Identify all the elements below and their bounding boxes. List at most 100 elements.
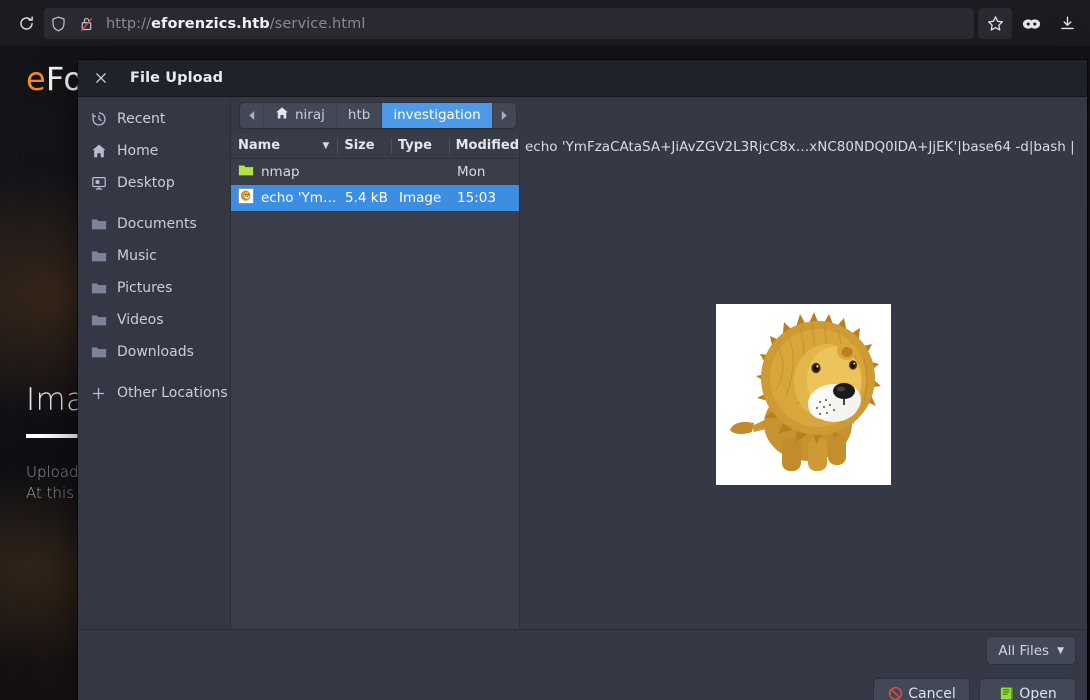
file-type-cell: Image — [399, 190, 442, 206]
browser-toolbar: http://eforenzics.htb/service.html — [0, 0, 1090, 46]
containers-icon[interactable] — [1014, 8, 1048, 39]
page-body-line-2: At this t — [26, 484, 85, 502]
cancel-label: Cancel — [908, 685, 956, 700]
file-area: Name ▼ Size Type Modified nmap Mon echo … — [231, 133, 1087, 629]
column-header-label: Name — [238, 138, 281, 153]
url-path: /service.html — [269, 15, 366, 32]
sidebar-item-recent[interactable]: Recent — [78, 103, 230, 135]
open-button[interactable]: Open — [979, 678, 1076, 700]
sidebar-item-downloads[interactable]: Downloads — [78, 336, 230, 368]
table-row[interactable]: nmap Mon — [231, 159, 519, 185]
file-name: echo 'Ym… — [261, 190, 337, 206]
open-document-icon — [998, 686, 1014, 700]
site-logo-accent: e — [26, 60, 46, 98]
reload-icon[interactable] — [9, 8, 43, 38]
file-size-cell: 5.4 kB — [345, 190, 388, 206]
path-bar: niraj htb investigation — [231, 97, 1087, 133]
breadcrumb-item-htb[interactable]: htb — [337, 102, 383, 128]
dialog-title: File Upload — [130, 70, 224, 86]
filter-label: All Files — [998, 642, 1050, 659]
url-text[interactable]: http://eforenzics.htb/service.html — [106, 16, 365, 32]
clock-icon — [90, 111, 107, 128]
column-header-label: Type — [397, 138, 432, 153]
chevron-right-icon[interactable] — [493, 103, 516, 128]
file-name: nmap — [261, 164, 300, 180]
file-list: Name ▼ Size Type Modified nmap Mon echo … — [231, 133, 520, 629]
folder-icon — [90, 280, 107, 297]
cancel-button[interactable]: Cancel — [873, 678, 970, 700]
file-upload-dialog: File Upload Recent Home Desktop Document… — [78, 60, 1087, 700]
home-icon — [90, 143, 107, 160]
folder-icon — [90, 344, 107, 361]
browser-actions — [978, 8, 1084, 39]
sidebar-item-label: Recent — [117, 111, 166, 127]
table-row[interactable]: echo 'Ym… 5.4 kB Image 15:03 — [231, 185, 519, 211]
sidebar-item-pictures[interactable]: Pictures — [78, 272, 230, 304]
column-header-label: Modified — [455, 138, 519, 153]
preview-image — [716, 304, 891, 485]
breadcrumb-label: htb — [347, 107, 371, 123]
folder-icon — [90, 216, 107, 233]
file-list-header: Name ▼ Size Type Modified — [231, 133, 519, 159]
preview-filename: echo 'YmFzaCAtaSA+JiAvZGV2L3RjcC8x…xNC80… — [525, 138, 1075, 155]
breadcrumb-item-investigation[interactable]: investigation — [382, 102, 493, 128]
plush-lion-illustration — [716, 304, 891, 485]
sidebar-item-home[interactable]: Home — [78, 135, 230, 167]
file-size-cell — [338, 159, 392, 185]
page-body-text: Upload At this t — [26, 462, 85, 504]
breadcrumb-item-niraj[interactable]: niraj — [264, 102, 337, 128]
open-label: Open — [1019, 685, 1057, 700]
preview-pane: echo 'YmFzaCAtaSA+JiAvZGV2L3RjcC8x…xNC80… — [520, 133, 1087, 629]
column-header-modified[interactable]: Modified — [448, 133, 519, 159]
url-bar[interactable]: http://eforenzics.htb/service.html — [44, 8, 974, 39]
preview-image-wrap — [520, 160, 1087, 629]
folder-icon — [238, 163, 254, 181]
file-name-cell: nmap — [231, 159, 338, 185]
cancel-circle-icon — [887, 686, 903, 700]
close-icon[interactable] — [84, 61, 118, 95]
folder-icon — [90, 312, 107, 329]
column-header-name[interactable]: Name ▼ — [231, 133, 337, 159]
sidebar-divider — [78, 368, 230, 377]
url-scheme: http:// — [106, 15, 152, 32]
sidebar-item-desktop[interactable]: Desktop — [78, 167, 230, 199]
image-thumbnail-icon — [238, 188, 254, 208]
file-modified-cell: 15:03 — [457, 190, 496, 206]
sidebar-item-other-locations[interactable]: Other Locations — [78, 377, 230, 409]
download-icon[interactable] — [1050, 8, 1084, 39]
breadcrumb-label: niraj — [295, 107, 325, 123]
browse-area: niraj htb investigation Name ▼ Size Type… — [231, 97, 1087, 629]
chevron-left-icon[interactable] — [240, 102, 264, 128]
screen: eForenzics Image Upload At this t — [0, 0, 1090, 700]
file-modified-cell: Mon — [457, 164, 486, 180]
sidebar-item-music[interactable]: Music — [78, 240, 230, 272]
url-host: eforenzics.htb — [151, 15, 270, 32]
sidebar-item-label: Downloads — [117, 344, 194, 360]
column-header-label: Size — [344, 138, 375, 153]
lock-crossed-icon[interactable] — [72, 10, 100, 38]
home-icon — [275, 106, 289, 124]
breadcrumb: niraj htb investigation — [239, 101, 517, 129]
star-icon[interactable] — [978, 8, 1012, 39]
sidebar-item-label: Music — [117, 248, 157, 264]
breadcrumb-label: investigation — [393, 107, 481, 123]
file-rows: nmap Mon echo 'Ym… 5.4 kB Image 15:03 — [231, 159, 519, 629]
shield-icon[interactable] — [44, 10, 72, 38]
column-header-type[interactable]: Type — [390, 133, 449, 159]
places-sidebar: Recent Home Desktop Documents Music Pict… — [78, 97, 231, 629]
plus-icon — [90, 385, 107, 402]
sidebar-item-label: Other Locations — [117, 385, 228, 401]
sidebar-item-documents[interactable]: Documents — [78, 208, 230, 240]
chevron-down-icon: ▼ — [1057, 645, 1064, 656]
dialog-body: Recent Home Desktop Documents Music Pict… — [78, 97, 1087, 629]
folder-icon — [90, 248, 107, 265]
column-header-size[interactable]: Size — [337, 133, 391, 159]
sidebar-item-label: Documents — [117, 216, 197, 232]
file-name-cell: echo 'Ym… — [231, 185, 338, 211]
sidebar-item-label: Home — [117, 143, 159, 159]
page-body-line-1: Upload — [26, 463, 79, 481]
file-type-filter-dropdown[interactable]: All Files ▼ — [986, 636, 1076, 665]
desktop-icon — [90, 175, 107, 192]
sidebar-item-label: Videos — [117, 312, 164, 328]
sidebar-item-videos[interactable]: Videos — [78, 304, 230, 336]
